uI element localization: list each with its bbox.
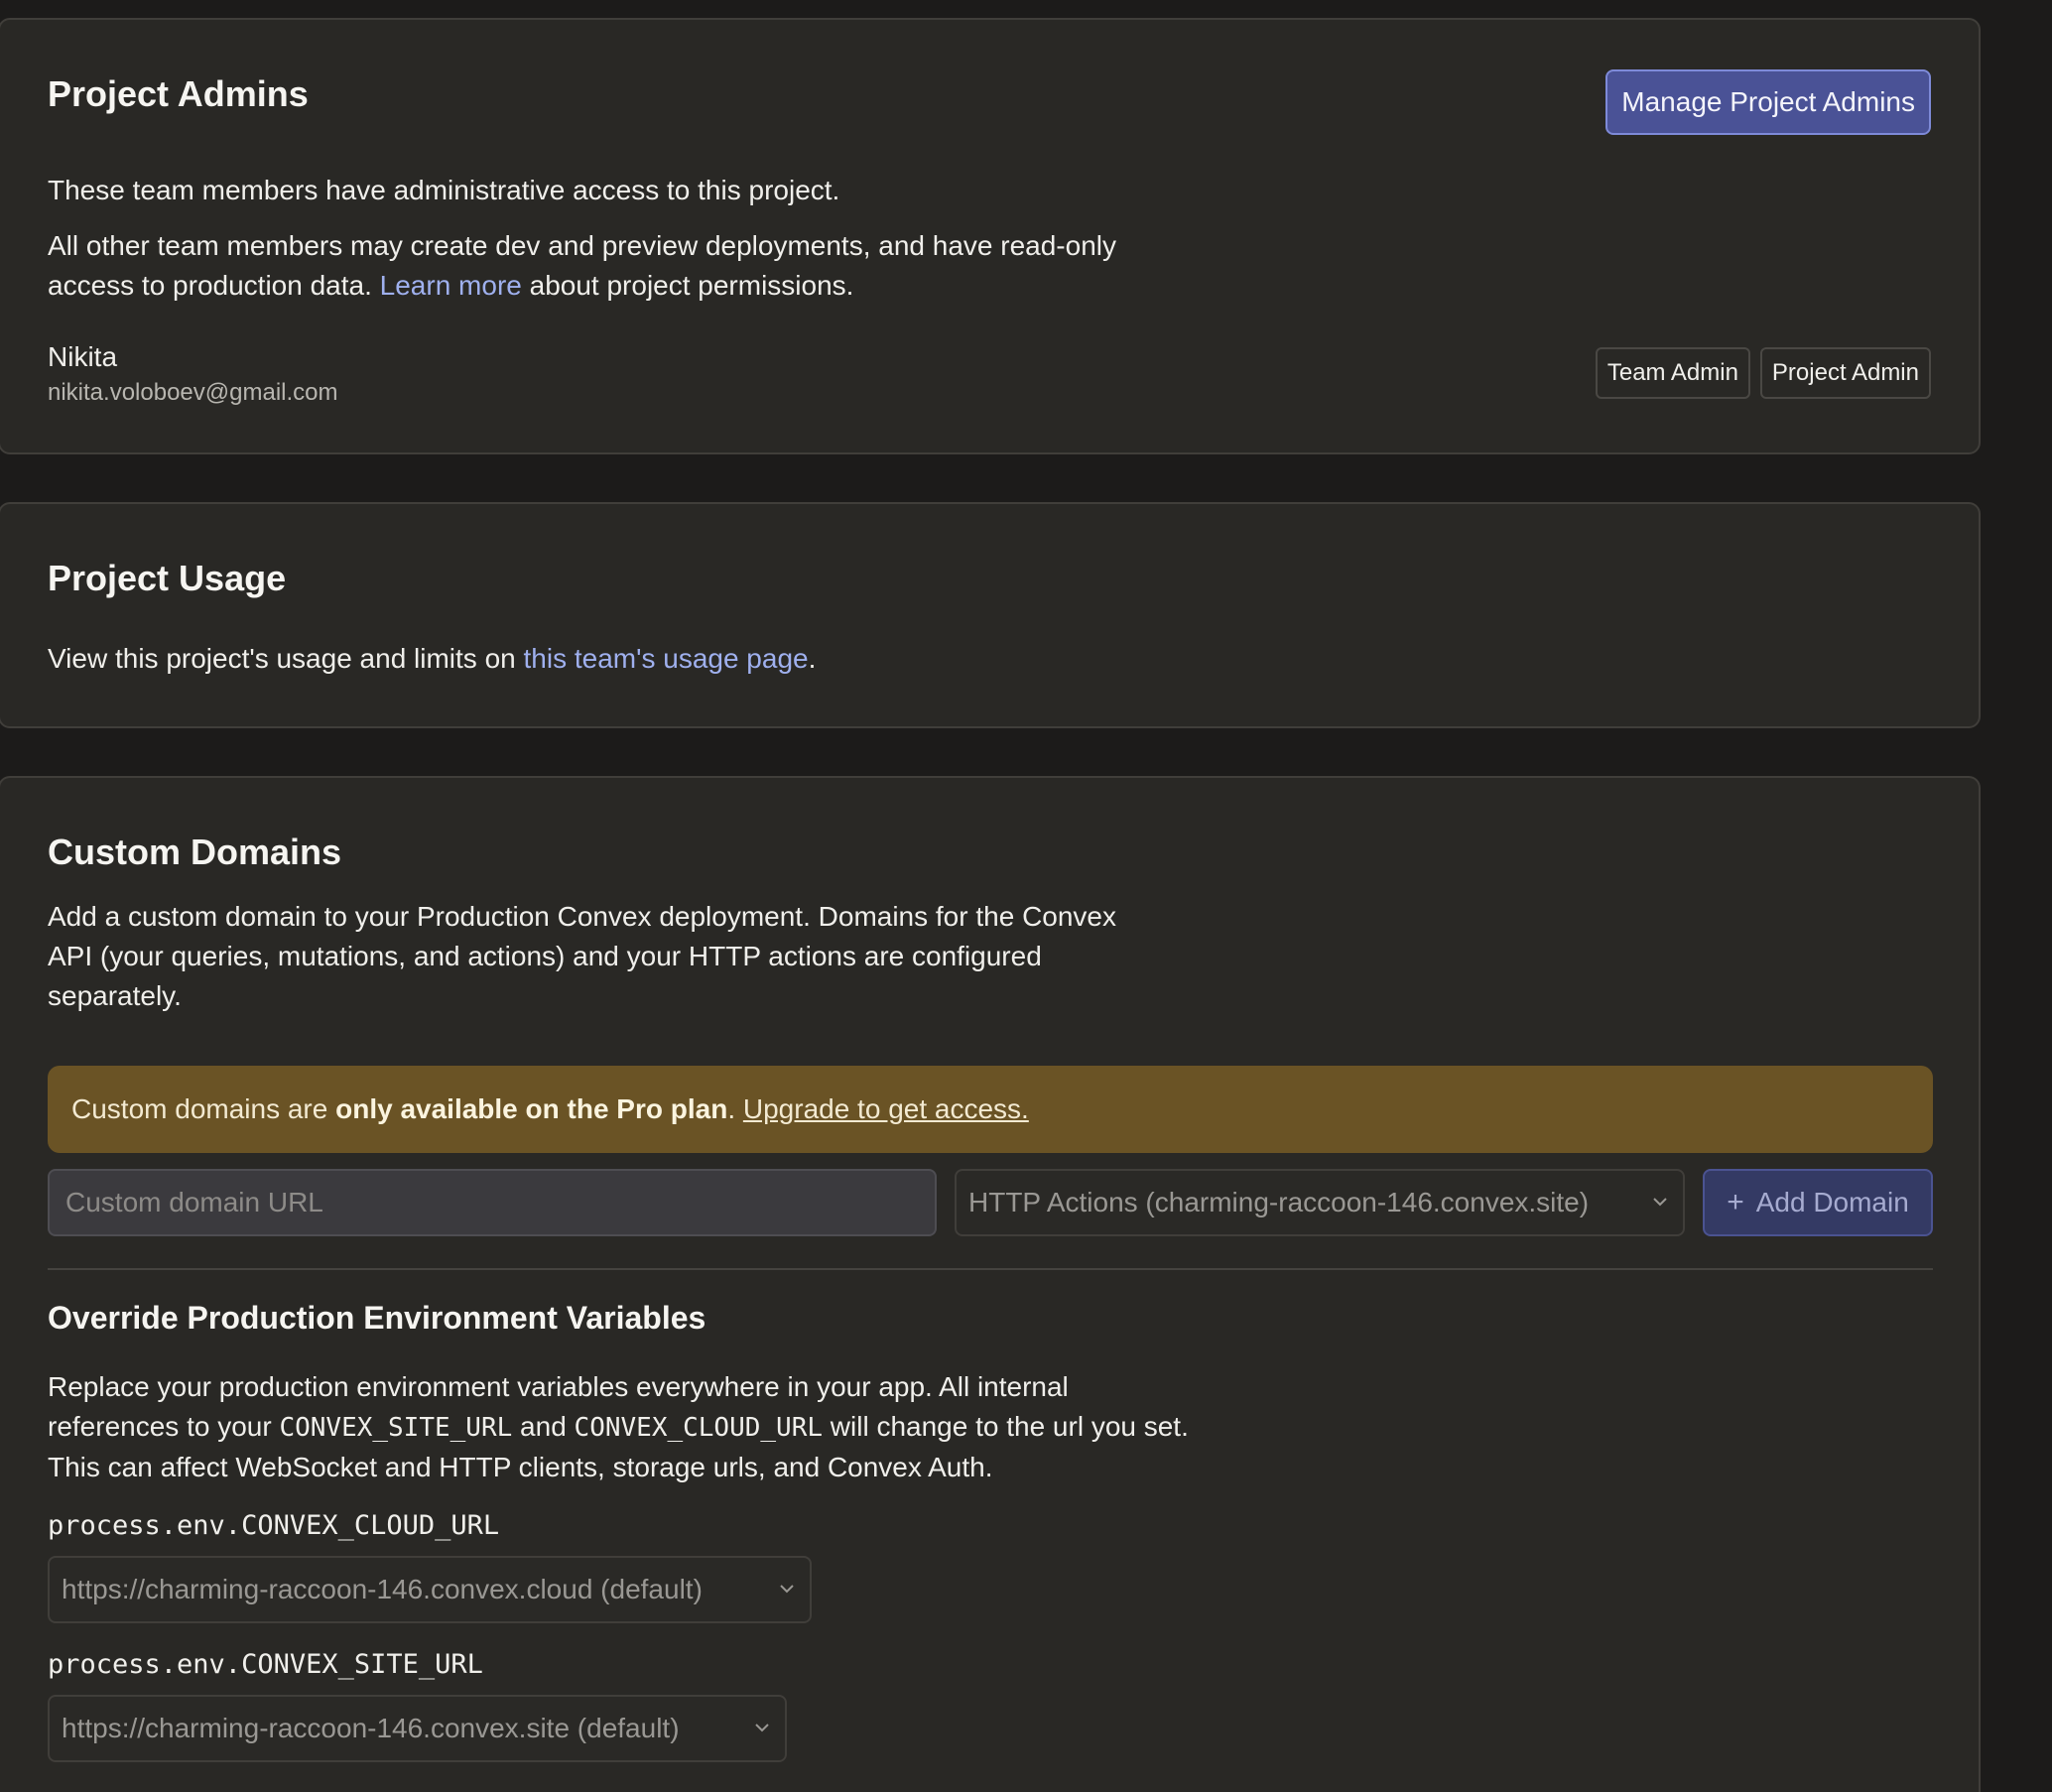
override-env-description: Replace your production environment vari…: [48, 1367, 1199, 1487]
custom-domains-card: Custom Domains Add a custom domain to yo…: [0, 776, 1981, 1792]
project-admins-card: Project Admins Manage Project Admins The…: [0, 18, 1981, 454]
usage-text: View this project's usage and limits on …: [48, 639, 816, 679]
domain-type-select[interactable]: HTTP Actions (charming-raccoon-146.conve…: [955, 1169, 1685, 1236]
manage-project-admins-button[interactable]: Manage Project Admins: [1605, 69, 1931, 135]
page-scrollbar[interactable]: [2000, 0, 2052, 1792]
add-domain-button[interactable]: + Add Domain: [1703, 1169, 1933, 1236]
admins-permissions-text: All other team members may create dev an…: [48, 226, 1159, 306]
settings-page: Project Admins Manage Project Admins The…: [0, 0, 2052, 1792]
team-admin-badge: Team Admin: [1595, 347, 1750, 399]
cloud-url-label: process.env.CONVEX_CLOUD_URL: [48, 1510, 500, 1541]
cloud-url-code: CONVEX_CLOUD_URL: [574, 1413, 823, 1443]
learn-more-link[interactable]: Learn more: [380, 270, 522, 301]
chevron-down-icon: [1653, 1198, 1667, 1207]
add-domain-label: Add Domain: [1755, 1187, 1909, 1217]
project-admins-title: Project Admins: [48, 73, 309, 114]
usage-page-link[interactable]: this team's usage page: [524, 643, 809, 674]
banner-bold-text: only available on the Pro plan: [335, 1093, 728, 1124]
site-url-code: CONVEX_SITE_URL: [279, 1413, 513, 1443]
member-email: nikita.voloboev@gmail.com: [48, 379, 338, 406]
admins-description: These team members have administrative a…: [48, 175, 840, 205]
override-env-title: Override Production Environment Variable…: [48, 1300, 706, 1336]
usage-text-before: View this project's usage and limits on: [48, 643, 524, 674]
usage-text-after: .: [808, 643, 817, 674]
project-usage-card: Project Usage View this project's usage …: [0, 502, 1981, 728]
cloud-url-value: https://charming-raccoon-146.convex.clou…: [62, 1574, 703, 1604]
custom-domain-input[interactable]: Custom domain URL: [48, 1169, 937, 1236]
plus-icon: +: [1727, 1186, 1744, 1218]
chevron-down-icon: [780, 1585, 794, 1594]
section-divider: [48, 1268, 1933, 1270]
banner-text-middle: .: [727, 1093, 743, 1124]
cloud-url-select[interactable]: https://charming-raccoon-146.convex.clou…: [48, 1556, 812, 1623]
site-url-label: process.env.CONVEX_SITE_URL: [48, 1649, 483, 1680]
banner-text-before: Custom domains are: [71, 1093, 336, 1124]
upgrade-link[interactable]: Upgrade to get access.: [743, 1093, 1029, 1124]
member-role-badges: Team Admin Project Admin: [1595, 347, 1931, 399]
chevron-down-icon: [755, 1724, 769, 1732]
domain-type-value: HTTP Actions (charming-raccoon-146.conve…: [968, 1187, 1590, 1217]
member-name: Nikita: [48, 341, 118, 372]
site-url-select[interactable]: https://charming-raccoon-146.convex.site…: [48, 1695, 787, 1762]
pro-plan-banner: Custom domains are only available on the…: [48, 1066, 1933, 1153]
permissions-text-after: about project permissions.: [521, 270, 854, 301]
project-admin-badge: Project Admin: [1759, 347, 1931, 399]
custom-domains-description: Add a custom domain to your Production C…: [48, 901, 1117, 1011]
override-desc-part2: and: [512, 1411, 575, 1442]
project-usage-title: Project Usage: [48, 558, 287, 598]
custom-domains-title: Custom Domains: [48, 832, 342, 872]
site-url-value: https://charming-raccoon-146.convex.site…: [62, 1713, 680, 1743]
